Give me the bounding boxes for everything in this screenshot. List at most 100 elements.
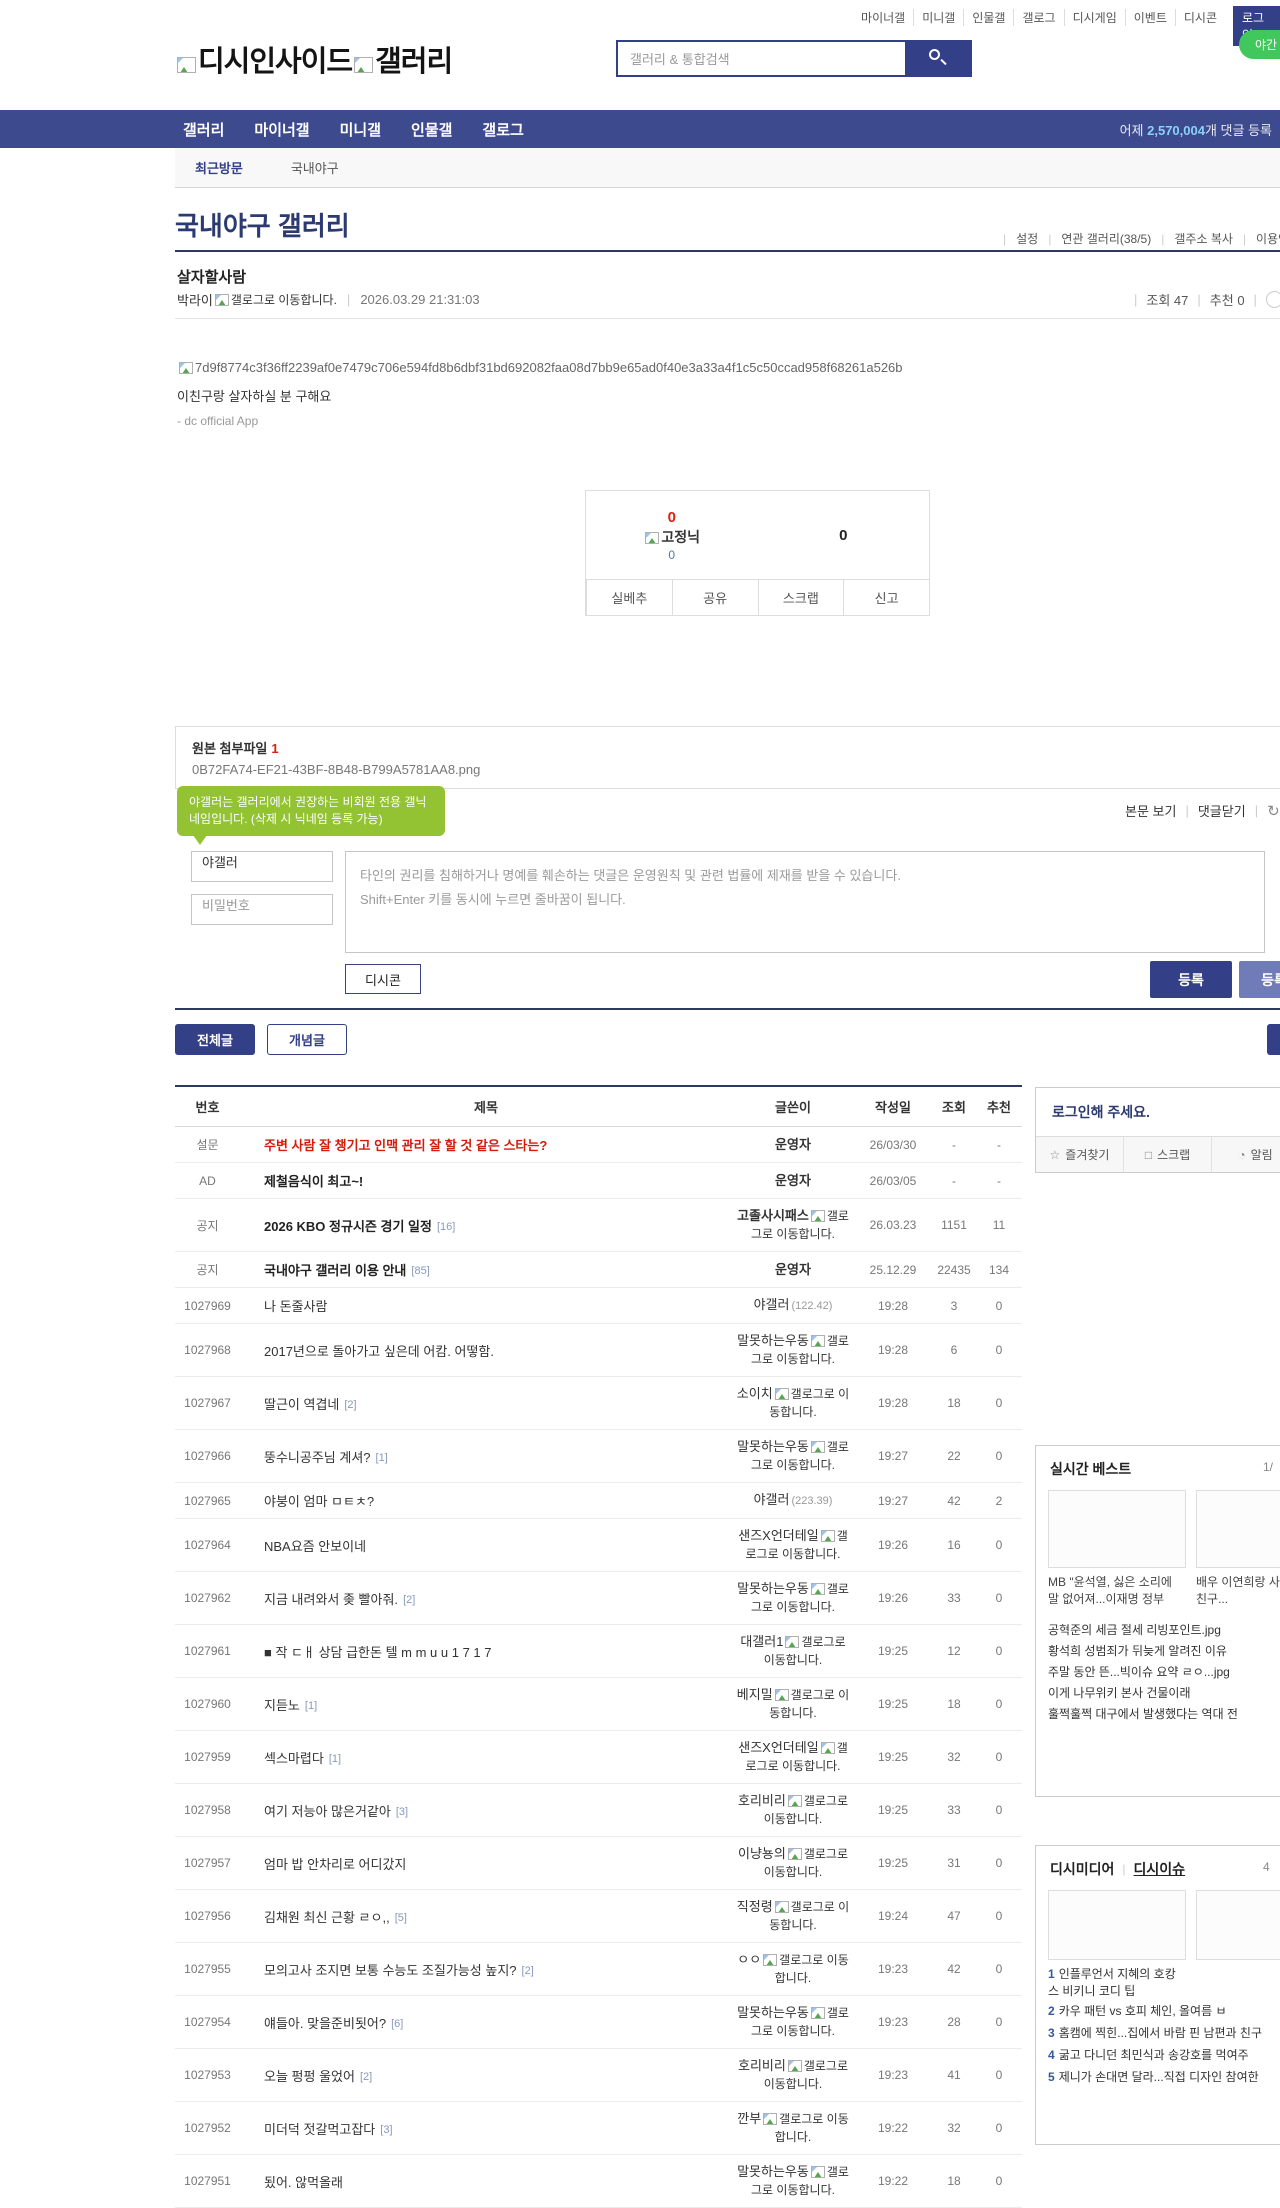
comment-submit-secondary-button[interactable]: 등록 — [1239, 961, 1280, 998]
dcissue-title[interactable]: 디시이슈 — [1134, 1859, 1186, 1879]
dcmedia-item[interactable]: 2 카우 패턴 vs 호피 체인, 올여름 ㅂ — [1048, 2000, 1280, 2022]
concept-posts-button[interactable]: 개념글 — [267, 1024, 347, 1055]
post-action-button[interactable]: 신고 — [843, 580, 929, 615]
realtime-best-pagination[interactable]: 1/ — [1263, 1460, 1273, 1474]
post-action-button[interactable]: 스크랩 — [757, 580, 844, 615]
author-cell[interactable]: 깐부 갤로그로 이동합니다. — [732, 2102, 854, 2154]
attachment-filename[interactable]: 0B72FA74-EF21-43BF-8B48-B799A5781AA8.png — [192, 762, 1278, 777]
breadcrumb-current[interactable]: 국내야구 — [291, 158, 339, 177]
post-link[interactable]: 제철음식이 최고~! — [264, 1174, 363, 1189]
view-original-link[interactable]: 본문 보기 — [1125, 801, 1176, 820]
thumbnail-placeholder[interactable] — [1048, 1890, 1186, 1960]
comment-nickname-input[interactable]: 야갤러 — [191, 851, 333, 882]
author-cell[interactable]: 말못하는우동 갤로그로 이동합니다. — [732, 1430, 854, 1482]
tab-alerts[interactable]: ◔ 알림 — [1212, 1137, 1280, 1172]
author-cell[interactable]: 야갤러(122.42)갤로그로 이동합니다. — [732, 1288, 854, 1323]
tab-scrap[interactable]: □ 스크랩 — [1124, 1137, 1212, 1172]
all-posts-button[interactable]: 전체글 — [175, 1024, 255, 1055]
comment-submit-button[interactable]: 등록 — [1150, 961, 1232, 998]
author-cell[interactable]: 운영자갤로그로 이동합니다. — [732, 1164, 854, 1197]
dcmedia-item[interactable]: 3 홈캠에 찍힌...집에서 바람 핀 남편과 친구 — [1048, 2022, 1280, 2044]
nav-item[interactable]: 갤러리 — [183, 119, 224, 140]
author-cell[interactable]: 말못하는우동 갤로그로 이동합니다. — [732, 2155, 854, 2207]
post-action-button[interactable]: 실베추 — [586, 580, 672, 615]
author-cell[interactable]: 직정령 갤로그로 이동합니다. — [732, 1890, 854, 1942]
author-cell[interactable]: 샌즈X언더테일 갤로그로 이동합니다. — [732, 1731, 854, 1783]
post-link[interactable]: 뚱수니공주님 계셔? — [264, 1450, 371, 1465]
dcmedia-pagination[interactable]: 4 — [1263, 1860, 1270, 1874]
top-utility-link[interactable]: 이벤트 — [1126, 9, 1176, 26]
post-link[interactable]: 야붕이 엄마 ㅁㅌㅊ? — [264, 1494, 374, 1509]
breadcrumb-recent[interactable]: 최근방문 — [195, 158, 243, 177]
nav-item[interactable]: 마이너갤 — [254, 119, 309, 140]
gallery-meta-link[interactable]: 연관 갤러리(38/5) — [1038, 230, 1151, 247]
author-cell[interactable]: 운영자갤로그로 이동합니다. — [732, 1128, 854, 1161]
post-link[interactable]: 딸근이 역겹네 — [264, 1397, 339, 1412]
post-link[interactable]: 오늘 펑펑 울었어 — [264, 2069, 355, 2084]
realtime-best-title[interactable]: 실시간 베스트 — [1050, 1459, 1131, 1479]
dcmedia-item[interactable]: 1 인플루언서 지혜의 호캉스 비키니 코디 팁 — [1048, 1966, 1186, 2000]
downvote-area[interactable]: 0 — [758, 491, 930, 579]
refresh-icon[interactable]: ↻ — [1267, 802, 1280, 820]
comment-textarea[interactable]: 타인의 권리를 침해하거나 명예를 훼손하는 댓글은 운영원칙 및 관련 법률에… — [345, 851, 1265, 953]
author-cell[interactable]: 호리비리 갤로그로 이동합니다. — [732, 2049, 854, 2101]
author-cell[interactable]: 베지밀 갤로그로 이동합니다. — [732, 1678, 854, 1730]
author-cell[interactable]: 운영자갤로그로 이동합니다. — [732, 1253, 854, 1286]
top-utility-link[interactable]: 미니갤 — [914, 9, 965, 26]
post-link[interactable]: NBA요즘 안보이네 — [264, 1539, 366, 1554]
nav-item[interactable]: 미니갤 — [340, 119, 381, 140]
night-mode-button[interactable]: 야간 모드 — [1239, 30, 1280, 59]
post-link[interactable]: 지금 내려와서 좆 빨아줘. — [264, 1592, 398, 1607]
author-cell[interactable]: 이냥뇽의 갤로그로 이동합니다. — [732, 1837, 854, 1889]
search-input[interactable]: 갤러리 & 통합검색 — [616, 40, 905, 77]
dcmedia-item[interactable]: 5 제니가 손대면 달라...직접 디자인 참여한 — [1048, 2066, 1280, 2088]
comment-password-input[interactable]: 비밀번호 — [191, 894, 333, 925]
post-link[interactable]: 엄마 밥 안차리로 어디갔지 — [264, 1857, 406, 1872]
top-utility-link[interactable]: 디시콘 — [1176, 9, 1225, 26]
thumbnail-caption[interactable]: MB "윤석열, 싫은 소리에 말 없어져...이재명 정부 — [1048, 1574, 1186, 1608]
post-link[interactable]: 미더덕 젓갈먹고잡다 — [264, 2122, 375, 2137]
top-utility-link[interactable]: 인물갤 — [964, 9, 1015, 26]
realtime-best-item[interactable]: 주말 동안 뜬...빅이슈 요약 ㄹㅇ...jpg — [1048, 1662, 1280, 1683]
login-prompt[interactable]: 로그인해 주세요. — [1036, 1088, 1280, 1136]
post-link[interactable]: 모의고사 조지면 보통 수능도 조질가능성 높지? — [264, 1963, 517, 1978]
post-link[interactable]: 됬어. 않먹올래 — [264, 2175, 343, 2190]
thumbnail-caption[interactable]: 배우 이연희랑 사 말했을때 친구... — [1196, 1574, 1280, 1608]
thumbnail-placeholder[interactable] — [1048, 1490, 1186, 1568]
post-options-icon[interactable] — [1265, 291, 1280, 308]
realtime-best-item[interactable]: 이게 나무위키 본사 건물이래 — [1048, 1683, 1280, 1704]
gallog-link[interactable]: 갤로그로 이동합니다. — [231, 291, 337, 308]
post-link[interactable]: 2017년으로 돌아가고 싶은데 어캄. 어떻함. — [264, 1344, 494, 1359]
gallery-meta-link[interactable]: 설정 — [993, 230, 1038, 247]
post-link[interactable]: 지듣노 — [264, 1698, 300, 1713]
gallery-meta-link[interactable]: 이용안내 — [1233, 230, 1280, 247]
write-post-button[interactable] — [1267, 1024, 1280, 1055]
author-cell[interactable]: 고졸사시패스 갤로그로 이동합니다. — [732, 1199, 854, 1251]
post-link[interactable]: 주변 사람 잘 챙기고 인맥 관리 잘 할 것 같은 스타는? — [264, 1138, 547, 1153]
nav-item[interactable]: 인물갤 — [411, 119, 452, 140]
dccon-button[interactable]: 디시콘 — [345, 964, 421, 994]
author-cell[interactable]: 소이치 갤로그로 이동합니다. — [732, 1377, 854, 1429]
post-link[interactable]: ■ 작 ㄷㅐ 상담 급한돈 텔 m m u u 1 7 1 7 — [264, 1645, 491, 1660]
post-link[interactable]: 여기 저능아 많은거같아 — [264, 1804, 391, 1819]
author-cell[interactable]: 호리비리 갤로그로 이동합니다. — [732, 1784, 854, 1836]
site-logo[interactable]: 디시인사이드 갤러리 — [175, 38, 453, 80]
realtime-best-item[interactable]: 훌쩍훌쩍 대구에서 발생했다는 역대 전 — [1048, 1704, 1280, 1725]
dcmedia-item[interactable]: 4 굶고 다니던 최민식과 송강호를 먹여주 — [1048, 2044, 1280, 2066]
top-utility-link[interactable]: 갤로그 — [1014, 9, 1065, 26]
author-cell[interactable]: 대갤러1 갤로그로 이동합니다. — [732, 1625, 854, 1677]
author-cell[interactable]: 샌즈X언더테일 갤로그로 이동합니다. — [732, 1519, 854, 1571]
post-link[interactable]: 김채원 최신 근황 ㄹㅇ,, — [264, 1910, 390, 1925]
tab-favorites[interactable]: ☆ 즐겨찾기 — [1036, 1137, 1124, 1172]
realtime-best-item[interactable]: 황석희 성범죄가 뒤늦게 알려진 이유 — [1048, 1641, 1280, 1662]
thumbnail-placeholder[interactable] — [1196, 1490, 1280, 1568]
post-link[interactable]: 나 돈줄사람 — [264, 1299, 327, 1314]
post-action-button[interactable]: 공유 — [671, 580, 758, 615]
author-cell[interactable]: 야갤러(223.39)갤로그로 이동합니다. — [732, 1483, 854, 1518]
upvote-area[interactable]: 0 고정닉 0 — [586, 491, 758, 579]
realtime-best-item[interactable]: 공혁준의 세금 절세 리빙포인트.jpg — [1048, 1620, 1280, 1641]
close-comments-link[interactable]: 댓글닫기 — [1198, 801, 1246, 820]
post-link[interactable]: 국내야구 갤러리 이용 안내 — [264, 1263, 406, 1278]
thumbnail-placeholder[interactable] — [1196, 1890, 1280, 1960]
author-cell[interactable]: ㅇㅇ 갤로그로 이동합니다. — [732, 1943, 854, 1995]
